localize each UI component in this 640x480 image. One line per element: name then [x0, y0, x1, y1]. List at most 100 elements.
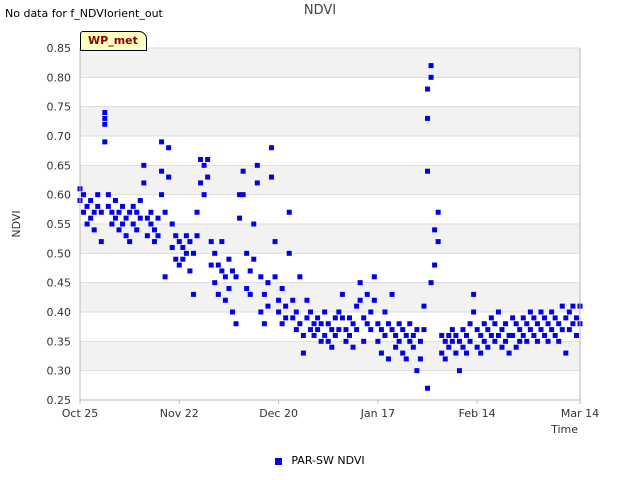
- data-point: [375, 321, 381, 327]
- data-point: [155, 215, 161, 221]
- data-point: [407, 338, 413, 344]
- data-point: [549, 327, 555, 333]
- x-axis-ticks: Oct 25 Nov 22 Dec 20 Jan 17 Feb 14 Mar 14: [62, 400, 599, 420]
- y-tick-label: 0.80: [47, 71, 72, 84]
- data-point: [233, 274, 239, 280]
- data-point: [120, 221, 126, 227]
- data-point: [361, 338, 367, 344]
- data-point: [169, 221, 175, 227]
- legend: PAR-SW NDVI: [0, 454, 640, 467]
- data-point: [481, 338, 487, 344]
- data-point: [361, 315, 367, 321]
- data-point: [109, 221, 115, 227]
- data-point: [357, 297, 363, 303]
- data-point: [286, 250, 292, 256]
- data-point: [573, 315, 579, 321]
- y-tick-label: 0.35: [47, 335, 72, 348]
- data-point: [513, 344, 519, 350]
- data-point: [215, 291, 221, 297]
- data-point: [570, 303, 576, 309]
- data-point: [123, 233, 129, 239]
- y-axis-ticks: 0.25 0.30 0.35 0.40 0.45 0.50 0.55 0.60 0.65 0.70…: [47, 42, 72, 407]
- data-point: [517, 338, 523, 344]
- data-point: [219, 268, 225, 274]
- data-point: [425, 86, 431, 92]
- data-point: [155, 233, 161, 239]
- data-point: [471, 309, 477, 315]
- data-point: [414, 368, 420, 374]
- data-point: [403, 356, 409, 362]
- y-tick-label: 0.45: [47, 277, 72, 290]
- data-point: [542, 315, 548, 321]
- data-point: [98, 239, 104, 245]
- data-point: [428, 63, 434, 69]
- data-point: [386, 321, 392, 327]
- data-point: [109, 209, 115, 215]
- data-point: [460, 344, 466, 350]
- data-point: [417, 338, 423, 344]
- plot-band: [80, 106, 580, 136]
- data-point: [520, 315, 526, 321]
- data-point: [503, 321, 509, 327]
- data-point: [251, 256, 257, 262]
- data-point: [566, 327, 572, 333]
- data-point: [194, 233, 200, 239]
- data-point: [464, 350, 470, 356]
- data-point: [222, 297, 228, 303]
- data-point: [389, 327, 395, 333]
- data-point: [329, 344, 335, 350]
- data-point: [84, 221, 90, 227]
- data-point: [368, 309, 374, 315]
- data-point: [261, 321, 267, 327]
- data-point: [226, 286, 232, 292]
- data-point: [364, 291, 370, 297]
- data-point: [272, 274, 278, 280]
- data-point: [506, 350, 512, 356]
- data-point: [386, 356, 392, 362]
- data-point: [495, 309, 501, 315]
- data-point: [527, 327, 533, 333]
- data-point: [159, 192, 165, 198]
- data-point: [492, 321, 498, 327]
- data-point: [187, 268, 193, 274]
- data-point: [205, 174, 211, 180]
- data-point: [432, 227, 438, 233]
- data-point: [272, 239, 278, 245]
- data-point: [102, 115, 108, 121]
- data-point: [244, 286, 250, 292]
- x-axis-label: Time: [550, 423, 578, 436]
- ndvi-scatter-plot: 0.25 0.30 0.35 0.40 0.45 0.50 0.55 0.60 0.65 0.70…: [10, 42, 599, 436]
- data-point: [527, 309, 533, 315]
- y-tick-label: 0.60: [47, 189, 72, 202]
- data-point: [517, 327, 523, 333]
- y-tick-label: 0.30: [47, 365, 72, 378]
- data-point: [559, 327, 565, 333]
- data-point: [425, 168, 431, 174]
- data-point: [137, 198, 143, 204]
- data-point: [513, 321, 519, 327]
- data-point: [173, 256, 179, 262]
- data-point: [382, 309, 388, 315]
- data-point: [442, 338, 448, 344]
- data-point: [368, 327, 374, 333]
- data-point: [105, 192, 111, 198]
- wp-met-badge: WP_met: [80, 31, 147, 51]
- data-point: [222, 274, 228, 280]
- plot-band: [80, 48, 580, 78]
- data-point: [315, 315, 321, 321]
- data-point: [556, 338, 562, 344]
- data-point: [410, 332, 416, 338]
- data-point: [354, 303, 360, 309]
- data-point: [510, 315, 516, 321]
- data-point: [98, 209, 104, 215]
- data-point: [276, 297, 282, 303]
- data-point: [563, 350, 569, 356]
- data-point: [449, 338, 455, 344]
- data-point: [212, 280, 218, 286]
- data-point: [467, 321, 473, 327]
- data-point: [102, 139, 108, 145]
- data-point: [329, 327, 335, 333]
- data-point: [428, 74, 434, 80]
- data-point: [258, 309, 264, 315]
- data-point: [116, 227, 122, 233]
